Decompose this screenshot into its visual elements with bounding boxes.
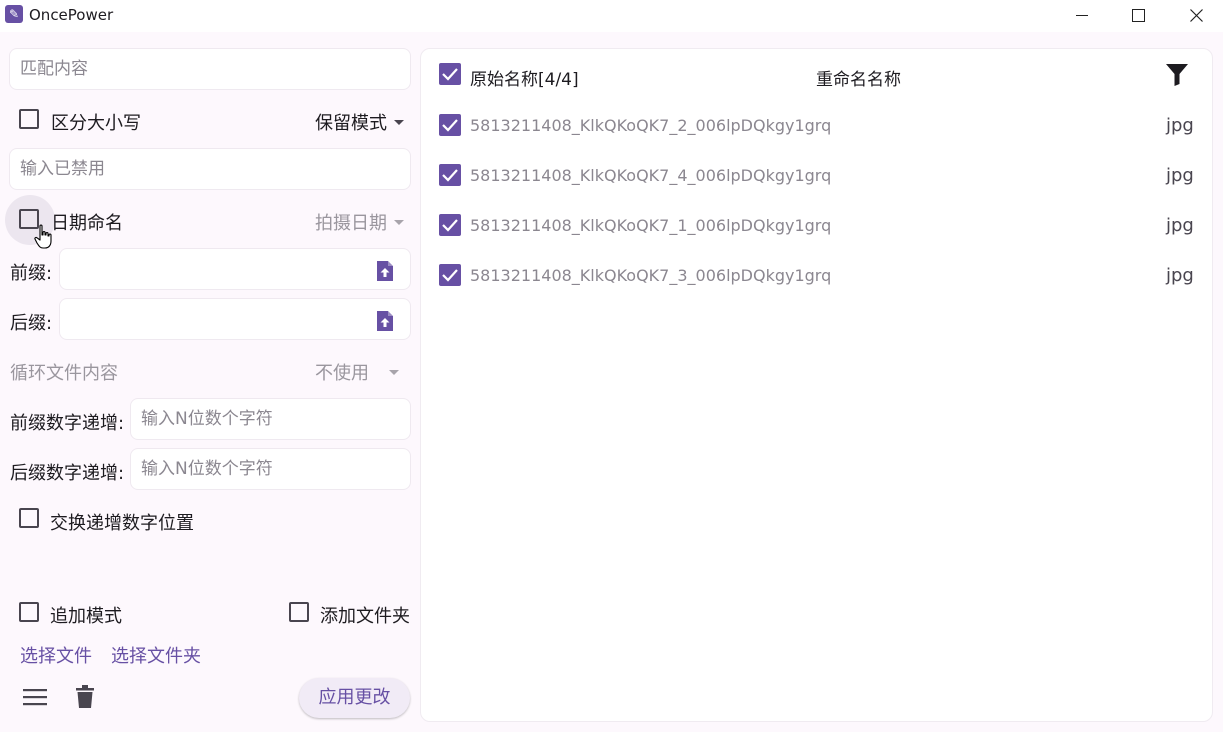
prefix-increment-placeholder: 输入N位数个字符	[141, 409, 273, 429]
suffix-label: 后缀:	[10, 313, 53, 334]
suffix-input[interactable]	[59, 298, 411, 340]
file-original-name: 5813211408_KlkQKoQK7_1_006lpDQkgy1grq	[470, 216, 832, 235]
file-extension: jpg	[1166, 215, 1194, 236]
file-extension: jpg	[1166, 115, 1194, 136]
minimize-button[interactable]	[1059, 0, 1105, 32]
swap-position-checkbox[interactable]	[19, 508, 39, 528]
file-extension: jpg	[1166, 265, 1194, 286]
file-original-name: 5813211408_KlkQKoQK7_4_006lpDQkgy1grq	[470, 166, 832, 185]
select-folder-link[interactable]: 选择文件夹	[111, 642, 201, 668]
date-type-value: 拍摄日期	[315, 213, 387, 234]
check-icon	[442, 169, 458, 182]
loop-file-dropdown[interactable]: 不使用	[315, 359, 399, 385]
prefix-increment-input[interactable]: 输入N位数个字符	[130, 398, 411, 440]
menu-icon[interactable]	[23, 688, 47, 706]
suffix-increment-label: 后缀数字递增:	[10, 463, 125, 484]
file-row-checkbox[interactable]	[439, 214, 461, 236]
app-icon: ✎	[5, 5, 23, 23]
upload-file-icon[interactable]	[376, 310, 394, 332]
case-sensitive-label: 区分大小写	[51, 113, 141, 134]
loop-file-label: 循环文件内容	[10, 363, 118, 384]
swap-position-label: 交换递增数字位置	[50, 513, 194, 534]
append-mode-checkbox[interactable]	[19, 602, 39, 622]
close-icon	[1190, 9, 1203, 22]
check-icon	[442, 68, 458, 81]
disabled-input-placeholder: 输入已禁用	[20, 159, 105, 179]
file-list-panel	[420, 48, 1213, 722]
cursor-hand-icon	[34, 224, 52, 249]
mode-dropdown[interactable]: 保留模式	[315, 109, 404, 135]
file-row-checkbox[interactable]	[439, 164, 461, 186]
select-files-link[interactable]: 选择文件	[20, 642, 92, 668]
maximize-button[interactable]	[1114, 0, 1160, 32]
case-sensitive-checkbox[interactable]	[19, 109, 39, 129]
prefix-label: 前缀:	[10, 263, 53, 284]
chevron-down-icon	[389, 369, 399, 375]
file-row-checkbox[interactable]	[439, 114, 461, 136]
check-icon	[442, 119, 458, 132]
append-mode-label: 追加模式	[50, 606, 122, 627]
window-title: OncePower	[29, 6, 114, 24]
prefix-input[interactable]	[59, 248, 411, 290]
date-rename-label: 日期命名	[51, 213, 123, 234]
apply-changes-button[interactable]: 应用更改	[299, 678, 410, 718]
original-name-header: 原始名称[4/4]	[470, 70, 579, 90]
check-icon	[442, 219, 458, 232]
filter-icon[interactable]	[1166, 64, 1188, 86]
match-content-input[interactable]: 匹配内容	[9, 48, 411, 90]
apply-changes-label: 应用更改	[318, 687, 391, 708]
loop-file-value: 不使用	[315, 363, 369, 384]
chevron-down-icon	[394, 219, 404, 225]
chevron-down-icon	[394, 119, 404, 125]
add-folder-checkbox[interactable]	[289, 602, 309, 622]
file-row-checkbox[interactable]	[439, 264, 461, 286]
file-original-name: 5813211408_KlkQKoQK7_2_006lpDQkgy1grq	[470, 116, 832, 135]
disabled-input: 输入已禁用	[9, 148, 411, 190]
mode-dropdown-value: 保留模式	[315, 113, 387, 134]
title-bar: ✎ OncePower	[0, 0, 1223, 32]
file-extension: jpg	[1166, 165, 1194, 186]
trash-icon[interactable]	[76, 685, 94, 709]
suffix-increment-input[interactable]: 输入N位数个字符	[130, 448, 411, 490]
rename-name-header: 重命名名称	[816, 70, 901, 90]
suffix-increment-placeholder: 输入N位数个字符	[141, 459, 273, 479]
match-content-placeholder: 匹配内容	[20, 59, 88, 79]
add-folder-label: 添加文件夹	[320, 606, 410, 627]
check-icon	[442, 269, 458, 282]
upload-file-icon[interactable]	[376, 260, 394, 282]
file-original-name: 5813211408_KlkQKoQK7_3_006lpDQkgy1grq	[470, 266, 832, 285]
prefix-increment-label: 前缀数字递增:	[10, 413, 125, 434]
select-all-checkbox[interactable]	[439, 63, 461, 85]
date-type-dropdown: 拍摄日期	[315, 209, 404, 235]
close-button[interactable]	[1173, 0, 1219, 32]
